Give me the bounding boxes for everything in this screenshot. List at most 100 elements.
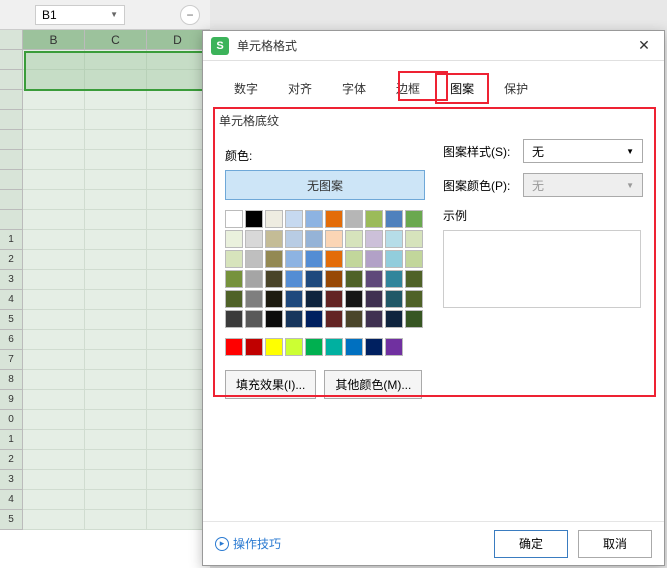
cell[interactable]	[147, 410, 209, 430]
row-header[interactable]	[0, 50, 23, 70]
color-swatch[interactable]	[285, 310, 303, 328]
color-swatch[interactable]	[405, 250, 423, 268]
color-swatch[interactable]	[325, 310, 343, 328]
tips-link[interactable]: ▸ 操作技巧	[215, 535, 281, 552]
color-swatch[interactable]	[265, 250, 283, 268]
cell[interactable]	[147, 430, 209, 450]
color-swatch[interactable]	[405, 290, 423, 308]
color-swatch[interactable]	[305, 338, 323, 356]
cell[interactable]	[85, 170, 147, 190]
color-swatch[interactable]	[365, 210, 383, 228]
cell[interactable]	[147, 70, 209, 90]
color-swatch[interactable]	[345, 290, 363, 308]
color-swatch[interactable]	[345, 270, 363, 288]
color-swatch[interactable]	[265, 310, 283, 328]
color-swatch[interactable]	[365, 270, 383, 288]
cell[interactable]	[23, 50, 85, 70]
color-swatch[interactable]	[365, 290, 383, 308]
cell[interactable]	[147, 250, 209, 270]
color-swatch[interactable]	[265, 270, 283, 288]
color-swatch[interactable]	[225, 250, 243, 268]
color-swatch[interactable]	[285, 230, 303, 248]
color-swatch[interactable]	[345, 210, 363, 228]
color-swatch[interactable]	[265, 230, 283, 248]
row-header[interactable]: 6	[0, 330, 23, 350]
cell[interactable]	[85, 330, 147, 350]
cell[interactable]	[147, 90, 209, 110]
col-header-b[interactable]: B	[23, 30, 85, 49]
cell[interactable]	[85, 270, 147, 290]
cell[interactable]	[85, 430, 147, 450]
tab-1[interactable]: 对齐	[273, 73, 327, 104]
color-swatch[interactable]	[225, 338, 243, 356]
col-header-c[interactable]: C	[85, 30, 147, 49]
cell[interactable]	[85, 90, 147, 110]
color-swatch[interactable]	[345, 338, 363, 356]
row-header[interactable]: 2	[0, 450, 23, 470]
row-header[interactable]: 7	[0, 350, 23, 370]
cell[interactable]	[23, 130, 85, 150]
row-header[interactable]: 4	[0, 490, 23, 510]
pattern-style-combo[interactable]: 无 ▼	[523, 139, 643, 163]
color-swatch[interactable]	[385, 270, 403, 288]
zoom-out-icon[interactable]: −	[180, 5, 200, 25]
cell[interactable]	[147, 210, 209, 230]
color-swatch[interactable]	[245, 270, 263, 288]
cell[interactable]	[85, 470, 147, 490]
tab-0[interactable]: 数字	[219, 73, 273, 104]
cell[interactable]	[23, 190, 85, 210]
cell[interactable]	[23, 70, 85, 90]
cell[interactable]	[147, 290, 209, 310]
row-header[interactable]	[0, 170, 23, 190]
fill-effect-button[interactable]: 填充效果(I)...	[225, 370, 316, 399]
color-swatch[interactable]	[305, 290, 323, 308]
cell[interactable]	[23, 510, 85, 530]
cell[interactable]	[85, 70, 147, 90]
cell[interactable]	[85, 390, 147, 410]
cell[interactable]	[147, 110, 209, 130]
color-swatch[interactable]	[385, 210, 403, 228]
color-swatch[interactable]	[385, 230, 403, 248]
color-swatch[interactable]	[365, 250, 383, 268]
color-swatch[interactable]	[405, 210, 423, 228]
color-swatch[interactable]	[245, 338, 263, 356]
color-swatch[interactable]	[385, 290, 403, 308]
row-header[interactable]: 5	[0, 310, 23, 330]
cell[interactable]	[147, 470, 209, 490]
cell[interactable]	[147, 150, 209, 170]
color-swatch[interactable]	[385, 310, 403, 328]
cell[interactable]	[147, 330, 209, 350]
color-swatch[interactable]	[365, 230, 383, 248]
cell[interactable]	[23, 450, 85, 470]
row-header[interactable]: 0	[0, 410, 23, 430]
cell[interactable]	[147, 390, 209, 410]
cell[interactable]	[147, 350, 209, 370]
cell[interactable]	[147, 510, 209, 530]
color-swatch[interactable]	[305, 230, 323, 248]
cell[interactable]	[23, 250, 85, 270]
row-header[interactable]: 8	[0, 370, 23, 390]
row-header[interactable]: 2	[0, 250, 23, 270]
color-swatch[interactable]	[285, 290, 303, 308]
color-swatch[interactable]	[265, 290, 283, 308]
cell[interactable]	[23, 150, 85, 170]
cell[interactable]	[85, 210, 147, 230]
cell[interactable]	[85, 130, 147, 150]
cell[interactable]	[147, 50, 209, 70]
color-swatch[interactable]	[265, 210, 283, 228]
color-swatch[interactable]	[305, 310, 323, 328]
color-swatch[interactable]	[405, 230, 423, 248]
color-swatch[interactable]	[225, 270, 243, 288]
cell[interactable]	[23, 170, 85, 190]
row-header[interactable]: 4	[0, 290, 23, 310]
cell[interactable]	[85, 410, 147, 430]
other-color-button[interactable]: 其他颜色(M)...	[324, 370, 422, 399]
cell[interactable]	[85, 290, 147, 310]
row-header[interactable]: 5	[0, 510, 23, 530]
row-header[interactable]: 1	[0, 430, 23, 450]
cell[interactable]	[147, 450, 209, 470]
cell[interactable]	[23, 350, 85, 370]
color-swatch[interactable]	[285, 270, 303, 288]
row-header[interactable]	[0, 190, 23, 210]
row-header[interactable]: 3	[0, 270, 23, 290]
